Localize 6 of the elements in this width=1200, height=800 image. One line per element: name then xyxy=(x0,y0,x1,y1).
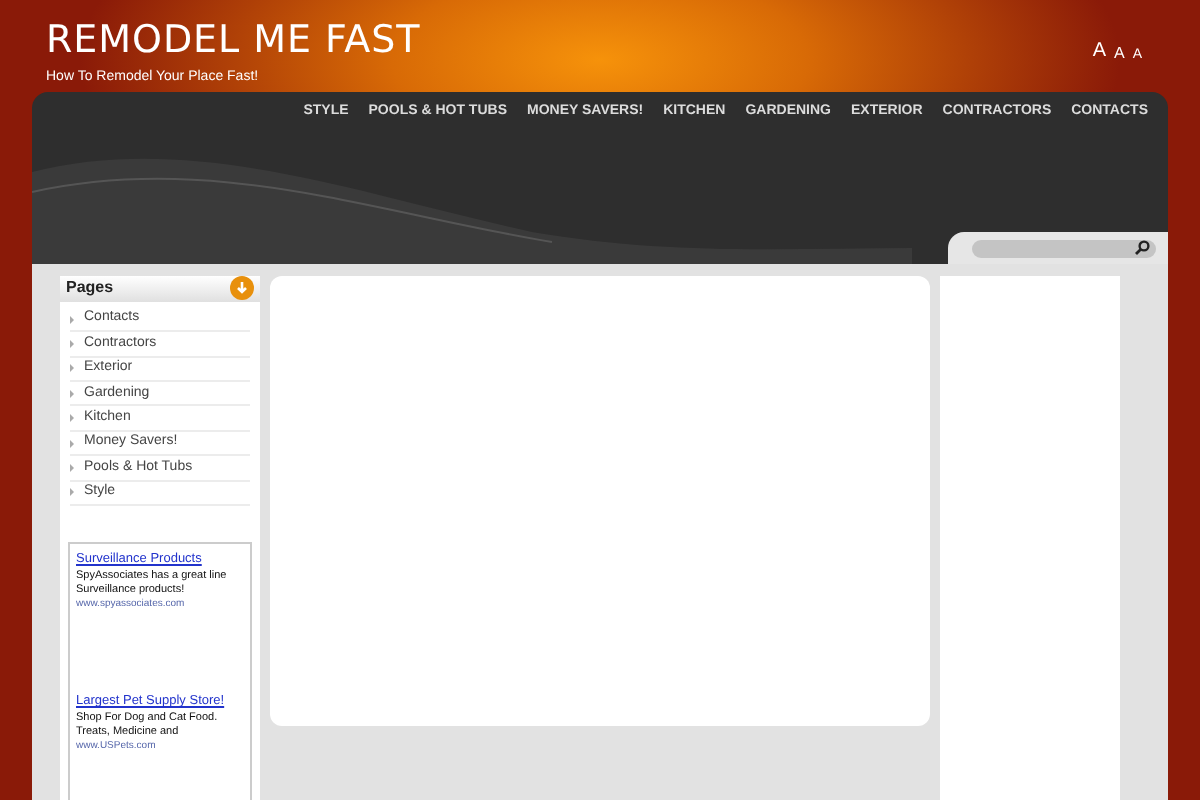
font-size-button[interactable]: A xyxy=(1113,46,1125,62)
sidebar-heading: Pages xyxy=(66,276,114,301)
font-size-button[interactable]: A xyxy=(1092,42,1106,62)
site-title[interactable]: REMODEL ME FAST xyxy=(46,18,421,62)
search-field[interactable] xyxy=(972,239,1156,257)
search-icon xyxy=(1134,240,1150,256)
